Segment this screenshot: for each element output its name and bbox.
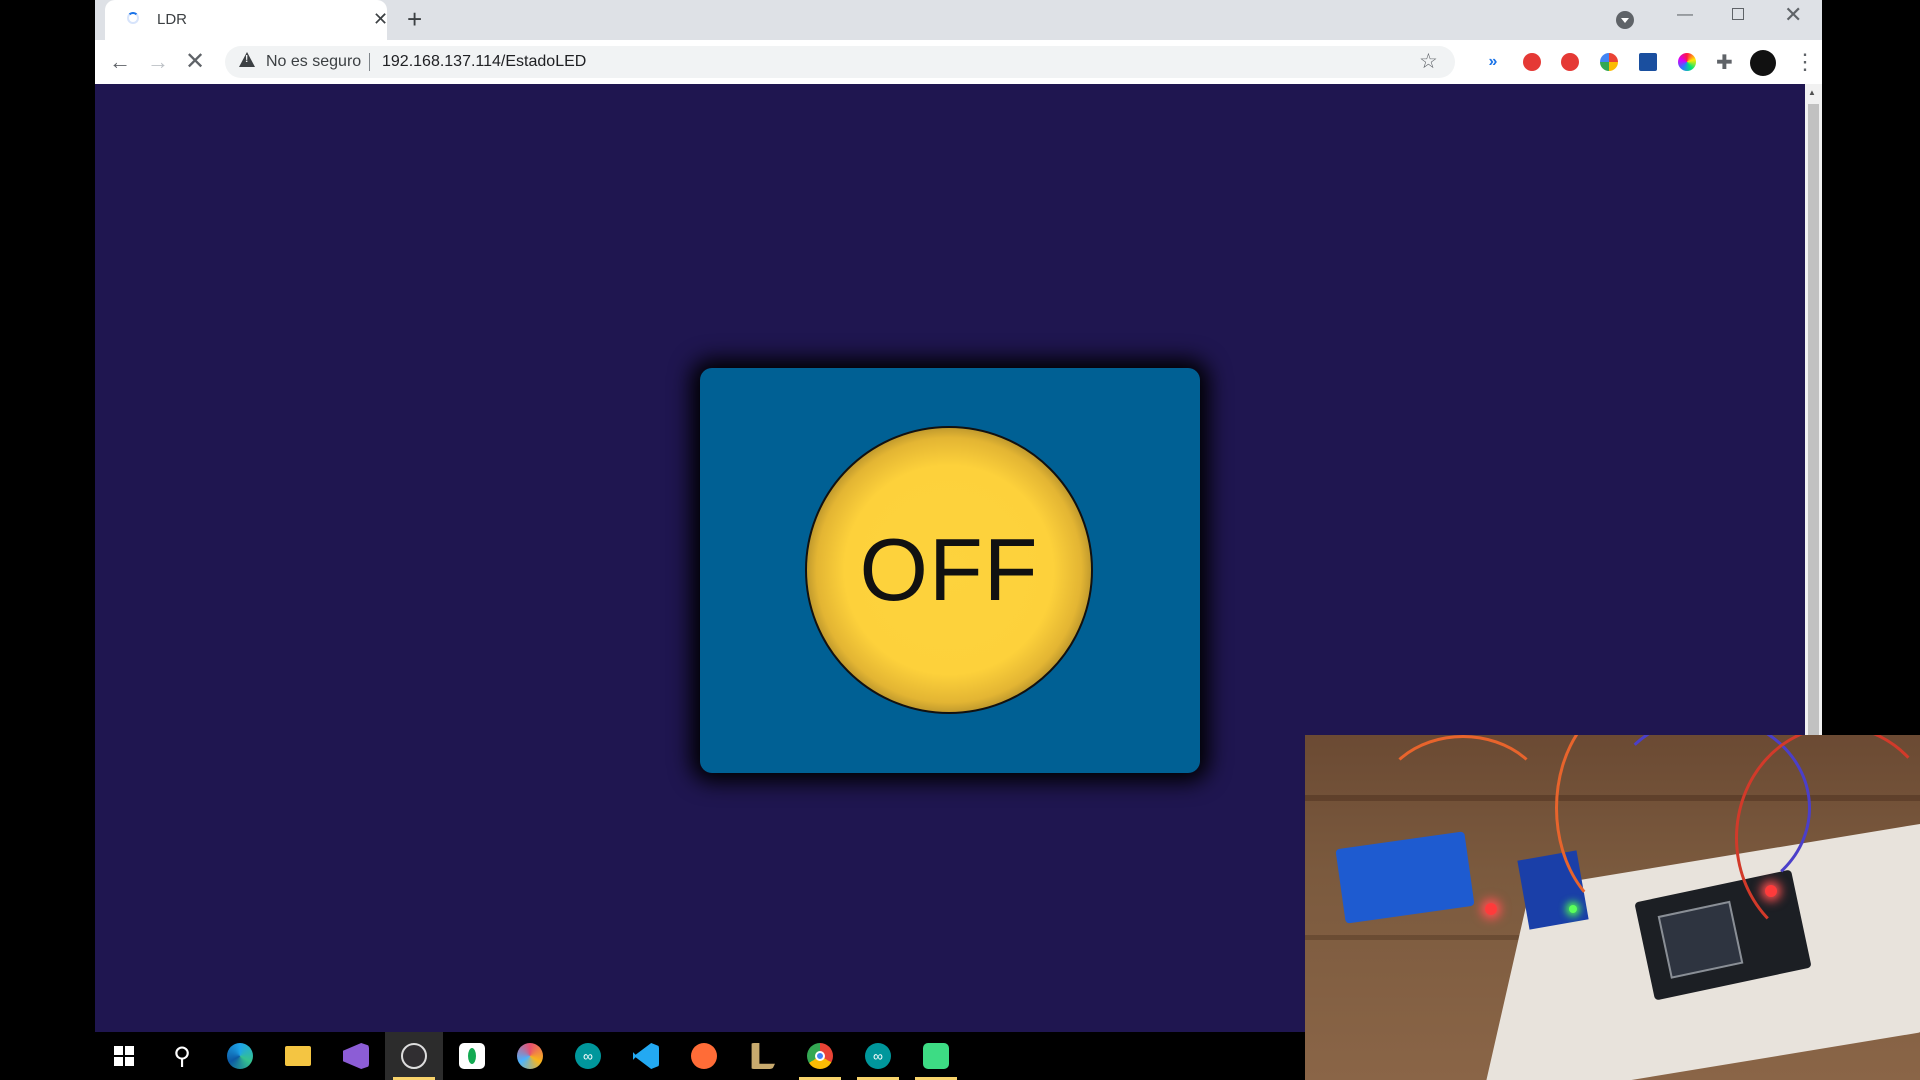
- arduino-ide-icon[interactable]: ∞: [849, 1032, 907, 1080]
- avatar[interactable]: [1750, 50, 1776, 76]
- esp32-shield: [1657, 900, 1744, 979]
- minimize-icon[interactable]: —: [1677, 6, 1693, 24]
- kebab-menu-icon[interactable]: ⋮: [1794, 49, 1816, 75]
- led-card: OFF: [700, 368, 1200, 773]
- back-arrow-icon[interactable]: ←: [109, 50, 131, 74]
- url-text[interactable]: 192.168.137.114/EstadoLED: [382, 53, 586, 71]
- extension-colorful-icon[interactable]: [1600, 53, 1618, 71]
- address-bar[interactable]: No es seguro 192.168.137.114/EstadoLED ☆: [225, 46, 1455, 78]
- windows-start-icon[interactable]: [95, 1032, 153, 1080]
- led-state-label: OFF: [859, 520, 1039, 619]
- tab-close-icon[interactable]: ✕: [373, 9, 388, 29]
- obs-icon[interactable]: [385, 1032, 443, 1080]
- tab-strip: LDR ✕ + — ✕: [95, 0, 1822, 40]
- adblock-icon[interactable]: [1523, 53, 1541, 71]
- color-picker-icon[interactable]: [1678, 53, 1696, 71]
- postman-icon[interactable]: [675, 1032, 733, 1080]
- search-icon[interactable]: ⚲: [153, 1032, 211, 1080]
- bookmark-star-icon[interactable]: ☆: [1419, 49, 1438, 74]
- edge-icon[interactable]: [211, 1032, 269, 1080]
- file-explorer-icon[interactable]: [269, 1032, 327, 1080]
- puzzle-icon[interactable]: ✚: [1716, 50, 1733, 75]
- wire: [1375, 735, 1551, 881]
- window-close-icon[interactable]: ✕: [1784, 2, 1802, 28]
- extension-wave-icon[interactable]: »: [1484, 53, 1502, 71]
- arduino-icon[interactable]: ∞: [559, 1032, 617, 1080]
- green-led: [1569, 905, 1577, 913]
- omnibox-divider: [369, 53, 370, 71]
- warning-icon[interactable]: [239, 52, 255, 67]
- stop-loading-icon[interactable]: ✕: [185, 50, 205, 74]
- restore-icon[interactable]: [1732, 8, 1744, 20]
- security-label[interactable]: No es seguro: [266, 53, 361, 71]
- new-tab-button[interactable]: +: [407, 5, 422, 33]
- loading-spinner-icon: [127, 12, 139, 24]
- webcam-overlay: [1305, 735, 1920, 1080]
- forward-arrow-icon[interactable]: →: [147, 50, 169, 74]
- visual-studio-icon[interactable]: [327, 1032, 385, 1080]
- league-icon[interactable]: [733, 1032, 791, 1080]
- tab-ldr[interactable]: LDR ✕: [105, 0, 388, 40]
- led-toggle-button[interactable]: OFF: [805, 426, 1093, 714]
- scroll-up-icon[interactable]: ▲: [1808, 88, 1816, 97]
- tab-title: LDR: [157, 11, 188, 28]
- chrome-icon[interactable]: [791, 1032, 849, 1080]
- red-led: [1485, 903, 1497, 915]
- paint-icon[interactable]: [501, 1032, 559, 1080]
- vscode-icon[interactable]: [617, 1032, 675, 1080]
- browser-toolbar: ← → ✕ No es seguro 192.168.137.114/Estad…: [95, 40, 1822, 84]
- extension-red-icon[interactable]: [1561, 53, 1579, 71]
- android-studio-icon[interactable]: [907, 1032, 965, 1080]
- profile-dropdown-icon[interactable]: [1616, 11, 1634, 29]
- mongodb-icon[interactable]: [443, 1032, 501, 1080]
- extension-book-icon[interactable]: [1639, 53, 1657, 71]
